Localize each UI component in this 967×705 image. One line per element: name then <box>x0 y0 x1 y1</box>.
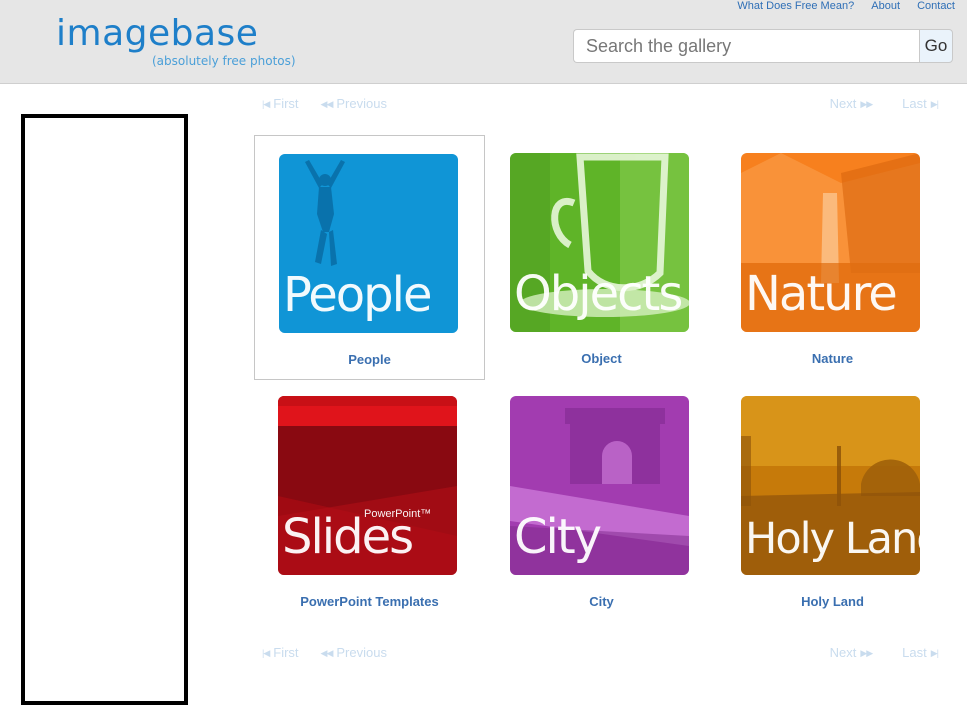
caption-powerpoint-templates[interactable]: PowerPoint Templates <box>254 594 485 609</box>
search-go-button[interactable]: Go <box>919 29 953 63</box>
pager-previous-label: Previous <box>336 645 387 660</box>
thumbnail-title: Objects <box>514 266 683 322</box>
sidebar-ad-placeholder <box>21 114 188 705</box>
thumbnail-city[interactable]: City <box>510 396 689 575</box>
gallery-tile-nature[interactable]: Nature Nature <box>717 135 948 380</box>
pager-first-button[interactable]: |◀ First <box>262 96 299 111</box>
first-arrow-icon: |◀ <box>262 99 270 109</box>
pager-next-button[interactable]: Next ▶▶ <box>829 96 874 111</box>
pager-previous-button[interactable]: ◀◀ Previous <box>321 96 387 111</box>
pager-first-label: First <box>273 96 299 111</box>
thumbnail-nature[interactable]: Nature <box>741 153 920 332</box>
pager-first-button[interactable]: |◀ First <box>262 645 299 660</box>
thumbnail-title: Nature <box>745 266 898 322</box>
logo-text[interactable]: imagebase <box>56 12 258 56</box>
gallery-tile-city[interactable]: City City <box>486 378 717 623</box>
pager-previous-label: Previous <box>336 96 387 111</box>
thumbnail-people[interactable]: People <box>279 154 458 333</box>
gallery-tile-slides[interactable]: PowerPoint™ Slides PowerPoint Templates <box>254 378 485 623</box>
link-contact[interactable]: Contact <box>917 0 955 12</box>
thumbnail-title: People <box>283 267 432 323</box>
first-arrow-icon: |◀ <box>262 648 270 658</box>
caption-people[interactable]: People <box>255 352 484 367</box>
previous-arrow-icon: ◀◀ <box>320 99 334 109</box>
caption-object[interactable]: Object <box>486 351 717 366</box>
pager-last-button[interactable]: Last ▶| <box>902 96 939 111</box>
thumbnail-objects[interactable]: Objects <box>510 153 689 332</box>
pager-last-label: Last <box>902 96 927 111</box>
pager-top: |◀ First ◀◀ Previous Next ▶▶ Last ▶| <box>262 96 939 114</box>
logo-tagline: (absolutely free photos) <box>152 54 296 68</box>
pager-previous-button[interactable]: ◀◀ Previous <box>321 645 387 660</box>
caption-nature[interactable]: Nature <box>717 351 948 366</box>
last-arrow-icon: ▶| <box>930 648 939 658</box>
search-bar: Go <box>573 29 953 63</box>
search-input[interactable] <box>573 29 919 63</box>
site-header: imagebase (absolutely free photos) What … <box>0 0 967 84</box>
gallery-tile-objects[interactable]: Objects Object <box>486 135 717 380</box>
pager-next-label: Next <box>829 96 857 111</box>
link-what-does-free-mean[interactable]: What Does Free Mean? <box>737 0 854 12</box>
thumbnail-title: Slides <box>282 509 414 565</box>
pager-next-button[interactable]: Next ▶▶ <box>829 645 874 660</box>
thumbnail-holy-land[interactable]: Holy Land <box>741 396 920 575</box>
pager-last-label: Last <box>902 645 927 660</box>
gallery-tile-people[interactable]: People People <box>254 135 485 380</box>
pager-bottom: |◀ First ◀◀ Previous Next ▶▶ Last ▶| <box>262 645 939 663</box>
next-arrow-icon: ▶▶ <box>860 648 873 658</box>
next-arrow-icon: ▶▶ <box>860 99 873 109</box>
site-logo[interactable]: imagebase (absolutely free photos) <box>56 12 296 68</box>
caption-city[interactable]: City <box>486 594 717 609</box>
top-nav: What Does Free Mean? About Contact <box>723 0 955 12</box>
gallery-tile-holy-land[interactable]: Holy Land Holy Land <box>717 378 948 623</box>
pager-next-label: Next <box>829 645 857 660</box>
pager-last-button[interactable]: Last ▶| <box>902 645 939 660</box>
thumbnail-slides[interactable]: PowerPoint™ Slides <box>278 396 457 575</box>
thumbnail-title: City <box>514 509 602 565</box>
thumbnail-title: Holy Land <box>745 514 920 564</box>
link-about[interactable]: About <box>871 0 900 12</box>
caption-holy-land[interactable]: Holy Land <box>717 594 948 609</box>
pager-first-label: First <box>273 645 299 660</box>
last-arrow-icon: ▶| <box>930 99 939 109</box>
previous-arrow-icon: ◀◀ <box>320 648 334 658</box>
